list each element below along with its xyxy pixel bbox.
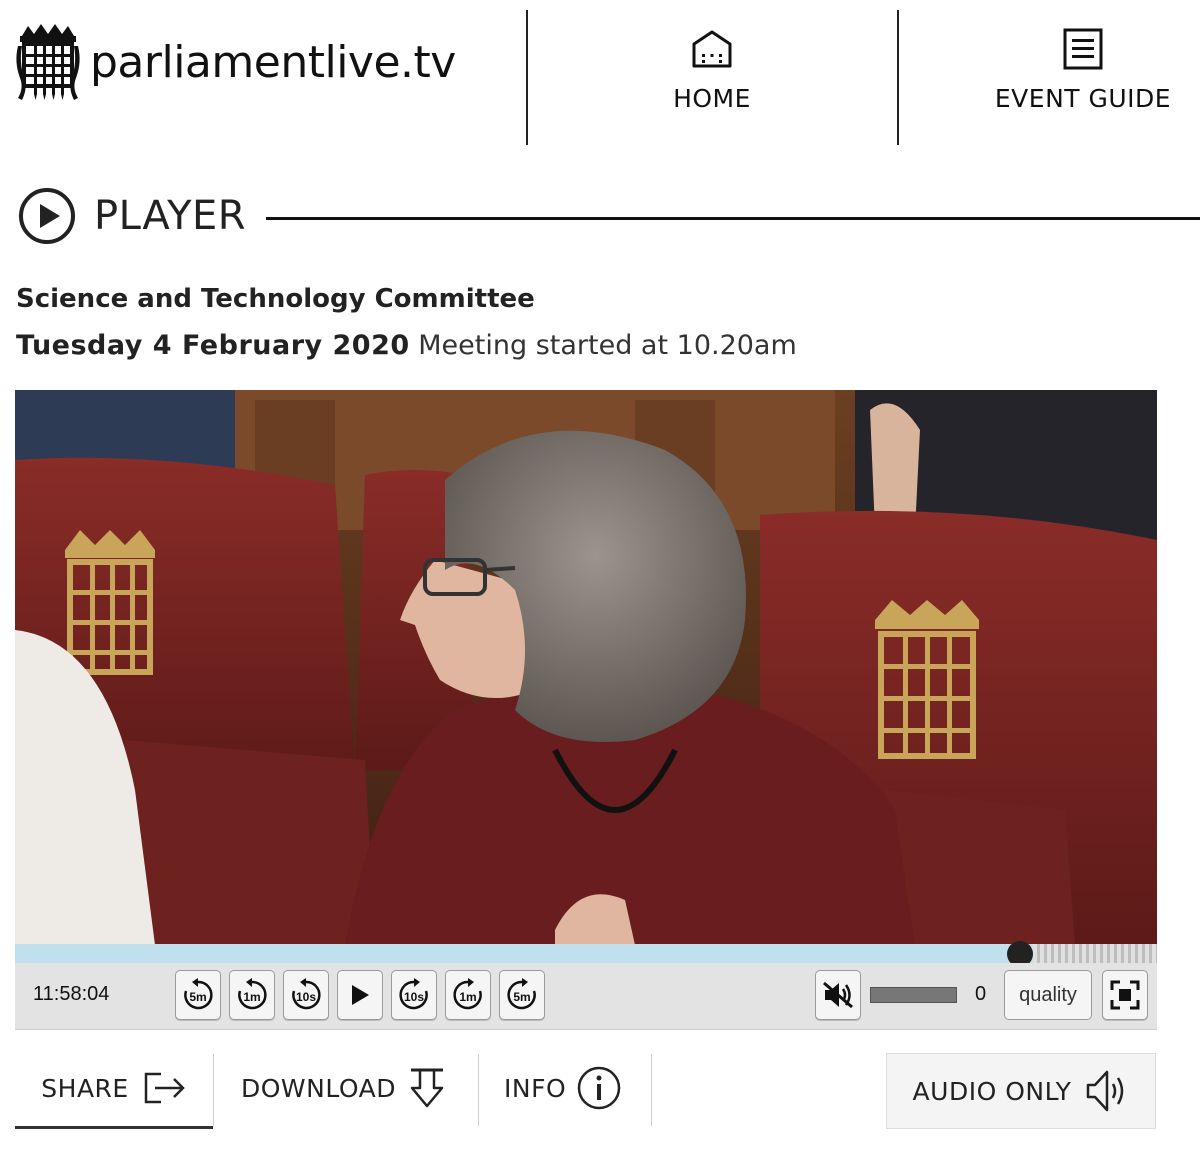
share-icon	[144, 1072, 185, 1104]
player-title: PLAYER	[94, 193, 247, 239]
play-circle-icon	[19, 188, 75, 244]
seek-back-1m-button[interactable]: 1m	[229, 970, 275, 1020]
seek-forward-1m-button[interactable]: 1m	[445, 970, 491, 1020]
seek-forward-label: 1m	[459, 990, 477, 1004]
player-heading: PLAYER	[18, 186, 1200, 246]
seek-forward-5m-button[interactable]: 5m	[499, 970, 545, 1020]
tab-divider	[213, 1054, 214, 1126]
nav-divider	[897, 10, 899, 145]
play-button[interactable]	[337, 970, 383, 1020]
nav-event-guide[interactable]: EVENT GUIDE	[990, 28, 1176, 113]
nav-home[interactable]: HOME	[642, 28, 782, 113]
video-frame[interactable]	[15, 390, 1157, 945]
fullscreen-button[interactable]	[1102, 970, 1148, 1020]
seek-back-label: 10s	[295, 990, 317, 1004]
current-time: 11:58:04	[33, 983, 110, 1005]
info-icon	[577, 1066, 621, 1110]
player-controls: 11:58:04 5m 1m 10s 10s 1m 5m 0 quality	[15, 963, 1157, 1030]
progress-buffer	[1033, 944, 1157, 963]
tab-share-label: SHARE	[41, 1073, 129, 1103]
heading-rule	[266, 216, 1200, 220]
site-header: parliamentlive.tv HOME EVENT GUIDE	[0, 0, 1200, 150]
seek-back-label: 5m	[189, 990, 207, 1004]
audio-only-button[interactable]: AUDIO ONLY	[886, 1053, 1156, 1129]
seek-forward-label: 5m	[513, 990, 531, 1004]
tab-info[interactable]: INFO	[504, 1050, 622, 1126]
meeting-date-line: Tuesday 4 February 2020 Meeting started …	[16, 330, 797, 361]
meeting-start-time: Meeting started at 10.20am	[418, 330, 797, 361]
progress-played	[15, 944, 1020, 963]
play-icon	[352, 985, 369, 1005]
tab-download-label: DOWNLOAD	[241, 1073, 396, 1103]
logo-text: parliamentlive.tv	[90, 36, 456, 88]
player-tabs: SHARE DOWNLOAD INFO AUDIO ONLY	[15, 1050, 1157, 1130]
tab-share[interactable]: SHARE	[15, 1050, 213, 1129]
seek-back-5m-button[interactable]: 5m	[175, 970, 221, 1020]
download-icon	[410, 1068, 444, 1108]
meeting-date: Tuesday 4 February 2020	[16, 330, 410, 361]
volume-value: 0	[975, 983, 987, 1005]
fullscreen-icon	[1110, 980, 1140, 1010]
volume-slider[interactable]	[870, 987, 957, 1003]
video-image	[15, 390, 1157, 945]
audio-only-label: AUDIO ONLY	[912, 1076, 1072, 1106]
mute-button[interactable]	[815, 970, 861, 1020]
seek-forward-label: 10s	[403, 990, 425, 1004]
tab-divider	[478, 1054, 479, 1126]
committee-name: Science and Technology Committee	[16, 284, 535, 314]
seek-back-10s-button[interactable]: 10s	[283, 970, 329, 1020]
document-list-icon	[1063, 28, 1103, 70]
seek-back-label: 1m	[243, 990, 261, 1004]
tab-info-label: INFO	[504, 1073, 567, 1103]
speaker-icon	[1087, 1070, 1124, 1112]
progress-bar[interactable]	[15, 941, 1157, 967]
quality-button[interactable]: quality	[1004, 970, 1092, 1020]
volume-muted-icon	[823, 981, 853, 1009]
nav-event-guide-label: EVENT GUIDE	[994, 84, 1172, 113]
nav-home-label: HOME	[673, 84, 751, 113]
site-logo[interactable]: parliamentlive.tv	[14, 22, 456, 102]
tab-download[interactable]: DOWNLOAD	[241, 1050, 446, 1126]
seek-forward-10s-button[interactable]: 10s	[391, 970, 437, 1020]
tab-divider	[651, 1054, 652, 1126]
portcullis-icon	[16, 24, 80, 100]
nav-divider	[526, 10, 528, 145]
home-icon	[692, 30, 732, 68]
